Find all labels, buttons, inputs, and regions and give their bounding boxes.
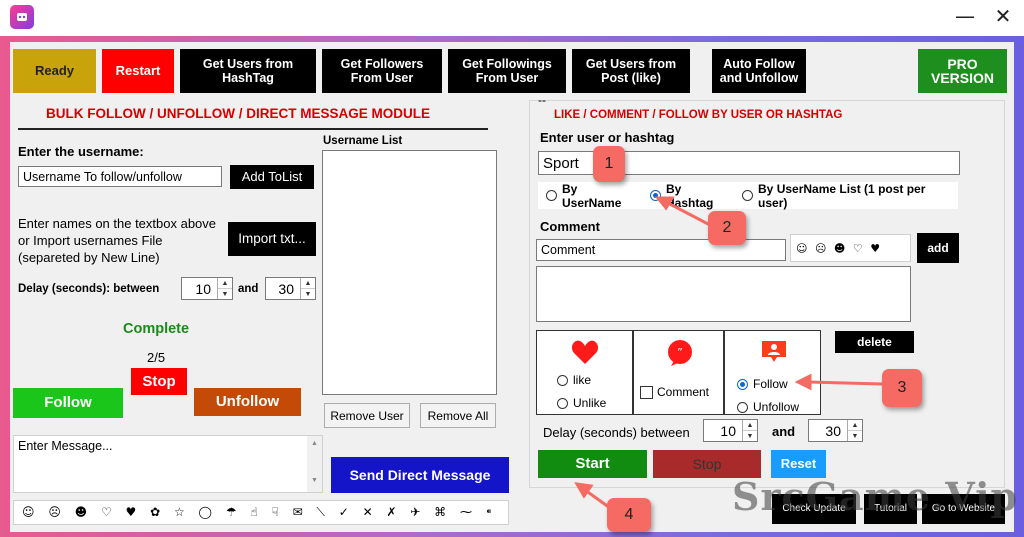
down-arrow-icon[interactable]: ▼ (301, 288, 315, 299)
up-arrow-icon[interactable]: ▲ (301, 278, 315, 288)
delete-button[interactable]: delete (835, 331, 914, 353)
add-to-list-button[interactable]: Add ToList (230, 165, 314, 189)
app-logo-icon (10, 5, 34, 29)
radio-icon (742, 190, 754, 201)
follow-user-icon (760, 339, 788, 368)
enter-user-label: Enter user or hashtag (540, 130, 675, 145)
callout-4: 4 (607, 498, 651, 532)
auto-follow-button[interactable]: Auto Follow and Unfollow (712, 49, 806, 93)
comment-label: Comment (540, 219, 600, 234)
progress-count: 2/5 (147, 350, 166, 365)
message-placeholder: Enter Message... (18, 439, 113, 453)
radio-icon (546, 190, 557, 201)
right-section-title: LIKE / COMMENT / FOLLOW BY USER OR HASHT… (554, 109, 843, 121)
follow-button[interactable]: Follow (13, 388, 123, 418)
right-delay-and: and (772, 424, 796, 439)
radio-icon (557, 374, 568, 386)
right-delay-from-value: 10 (720, 422, 736, 439)
down-arrow-icon[interactable]: ▼ (848, 430, 862, 441)
emoji-bar-text[interactable]: ☺ ☹ ☻ ♡ ♥ ✿ ☆ ◯ ☂ ☝ ☟ ✉ ⟍ ✓ ✕ ✗ ✈ ⌘ ⁓ ⁌ (22, 505, 497, 520)
comment-input[interactable]: Comment (536, 239, 786, 261)
callout-2: 2 (708, 211, 746, 245)
heart-icon (571, 339, 599, 368)
emoji-small-text[interactable]: ☺ ☹ ☻ ♡ ♥ (796, 242, 882, 255)
unfollow-button[interactable]: Unfollow (194, 388, 301, 416)
remove-user-button[interactable]: Remove User (324, 403, 410, 428)
comments-list[interactable] (536, 266, 911, 322)
enter-username-label: Enter the username: (18, 144, 144, 159)
delay-from-stepper[interactable]: 10 ▲ ▼ (181, 277, 233, 300)
delay-label: Delay (seconds): between (18, 283, 160, 295)
svg-text:”: ” (677, 346, 683, 359)
delay-from-value: 10 (195, 280, 211, 297)
get-users-post-button[interactable]: Get Users from Post (like) (572, 49, 690, 93)
title-bar: — ✕ (0, 0, 1024, 36)
delay-and-label: and (238, 283, 259, 295)
right-delay-to-value: 30 (825, 422, 841, 439)
up-arrow-icon[interactable]: ▲ (848, 420, 862, 430)
import-txt-button[interactable]: Import txt... (228, 222, 316, 256)
status-label: Complete (123, 321, 190, 337)
callout-3: 3 (882, 369, 922, 407)
radio-selected-icon (737, 378, 748, 390)
emoji-bar[interactable]: ☺ ☹ ☻ ♡ ♥ ✿ ☆ ◯ ☂ ☝ ☟ ✉ ⟍ ✓ ✕ ✗ ✈ ⌘ ⁓ ⁌ (13, 500, 509, 525)
username-list-label: Username List (323, 135, 403, 147)
down-arrow-icon[interactable]: ▼ (218, 288, 232, 299)
radio-icon (557, 397, 568, 409)
get-followers-button[interactable]: Get Followers From User (322, 49, 442, 93)
get-users-hashtag-button[interactable]: Get Users from HashTag (180, 49, 316, 93)
radio-icon (737, 401, 748, 413)
left-module-title: BULK FOLLOW / UNFOLLOW / DIRECT MESSAGE … (46, 106, 430, 121)
delay-to-value: 30 (278, 280, 294, 297)
delay-to-stepper[interactable]: 30 ▲ ▼ (265, 277, 316, 300)
start-button[interactable]: Start (538, 450, 647, 478)
message-textarea[interactable]: Enter Message... ▲ ▼ (13, 435, 323, 493)
radio-by-hashtag[interactable]: By Hashtag (650, 182, 732, 210)
add-comment-button[interactable]: add (917, 233, 959, 263)
get-followings-button[interactable]: Get Followings From User (448, 49, 566, 93)
callout-1: 1 (593, 146, 625, 182)
follow-box: Follow Unfollow (724, 330, 821, 415)
right-delay-label: Delay (seconds) between (543, 425, 690, 440)
radio-by-list[interactable]: By UserName List (1 post per user) (742, 182, 958, 210)
remove-all-button[interactable]: Remove All (420, 403, 496, 428)
radio-unfollow[interactable]: Unfollow (737, 400, 799, 414)
restart-button[interactable]: Restart (102, 49, 174, 93)
radio-selected-icon (650, 190, 662, 201)
emoji-small-bar[interactable]: ☺ ☹ ☻ ♡ ♥ (790, 234, 911, 262)
send-dm-button[interactable]: Send Direct Message (331, 457, 509, 493)
title-underline (18, 128, 488, 130)
up-arrow-icon[interactable]: ▲ (218, 278, 232, 288)
down-arrow-icon[interactable]: ▼ (743, 430, 757, 441)
comment-bubble-icon: ” (666, 339, 694, 370)
import-hint-text: Enter names on the textbox above or Impo… (18, 216, 217, 265)
watermark: SrcGame.Vip (732, 474, 1019, 519)
username-list-box[interactable] (322, 150, 497, 395)
right-delay-from-stepper[interactable]: 10 ▲ ▼ (703, 419, 758, 442)
pro-version-button[interactable]: PRO VERSION (918, 49, 1007, 93)
search-type-group: By UserName By Hashtag By UserName List … (538, 182, 958, 210)
ready-button[interactable]: Ready (13, 49, 96, 93)
comment-checkbox[interactable]: Comment (640, 385, 709, 399)
radio-follow[interactable]: Follow (737, 377, 788, 391)
username-input[interactable]: Username To follow/unfollow (18, 166, 222, 187)
radio-like[interactable]: like (557, 373, 591, 387)
stop-button-left[interactable]: Stop (131, 368, 187, 395)
up-arrow-icon[interactable]: ▲ (743, 420, 757, 430)
radio-by-username[interactable]: By UserName (546, 182, 640, 210)
radio-unlike[interactable]: Unlike (557, 396, 606, 410)
textarea-scrollbar[interactable]: ▲ ▼ (307, 436, 322, 492)
checkbox-icon (640, 385, 653, 399)
like-box: like Unlike (536, 330, 633, 415)
comment-box: ” Comment (633, 330, 724, 415)
dash-text: -- (538, 93, 546, 107)
right-delay-to-stepper[interactable]: 30 ▲ ▼ (808, 419, 863, 442)
close-icon[interactable]: ✕ (980, 0, 1024, 32)
